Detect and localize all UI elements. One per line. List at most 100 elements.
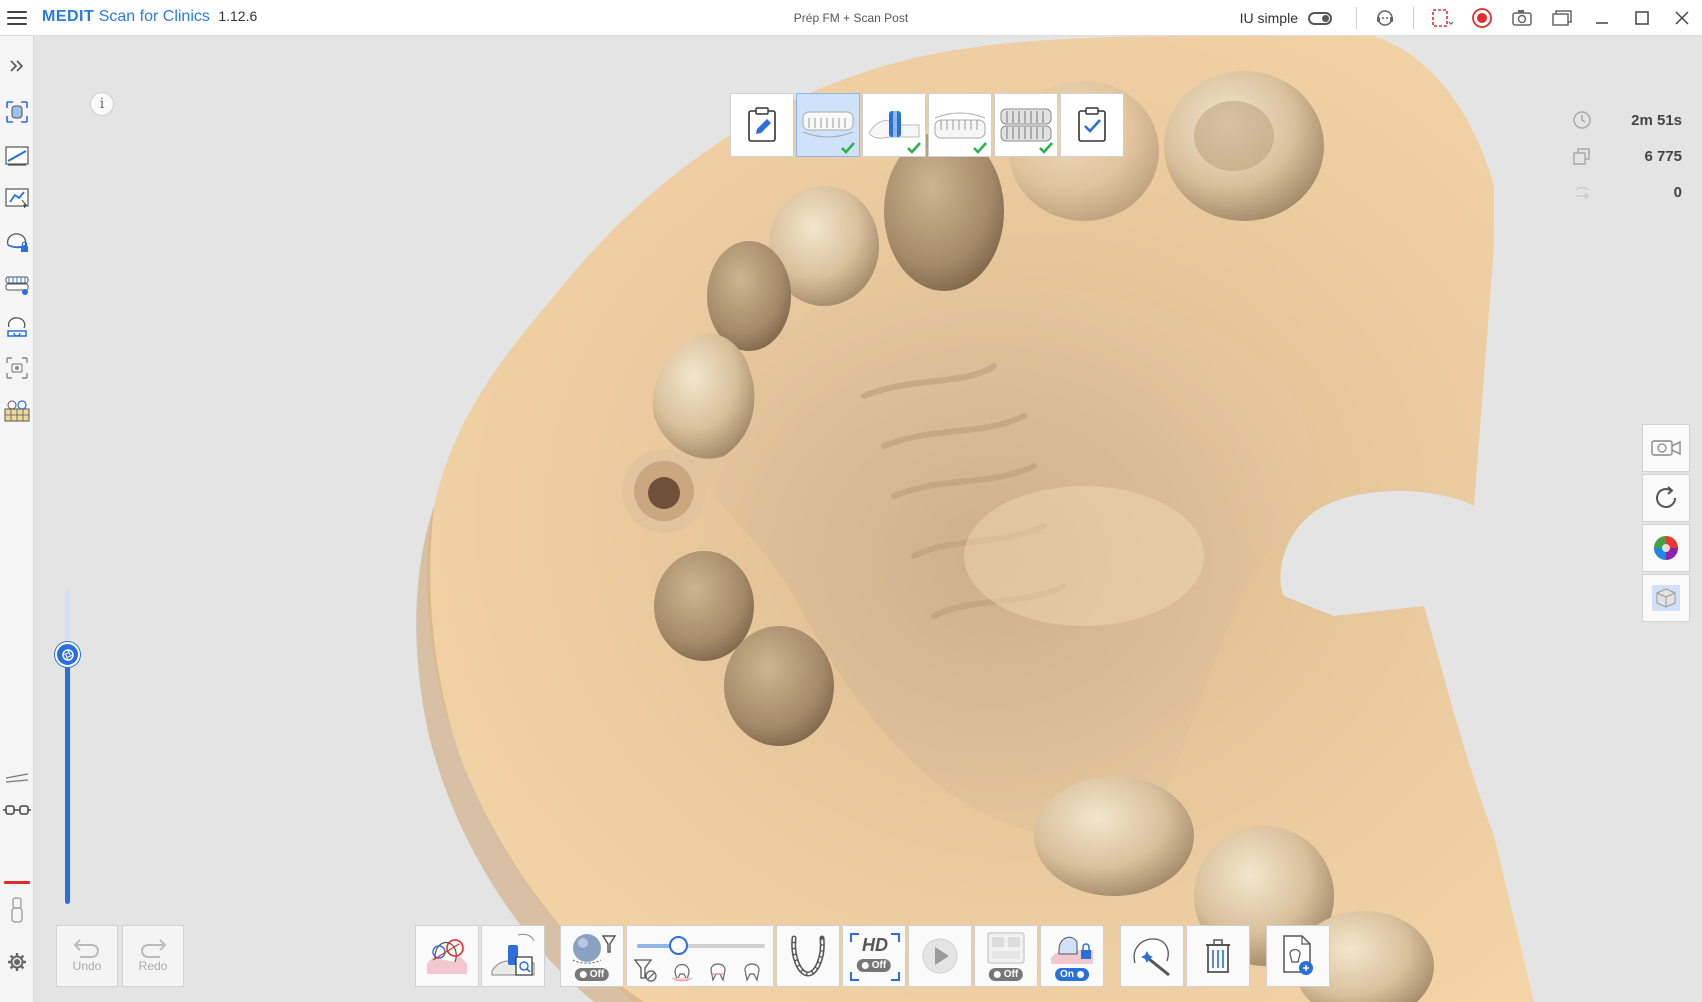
tooth-outline-icon [744,963,760,982]
simple-mode-toggle[interactable] [1308,11,1332,25]
camera-icon[interactable] [1507,3,1537,33]
undo-button[interactable]: Undo [56,925,118,987]
divider [1413,7,1414,29]
frame-count-value: 6 775 [1644,147,1682,165]
close-button[interactable] [1662,0,1702,36]
app-version: 1.12.6 [218,8,258,24]
scanner-connection-icon[interactable] [3,796,31,824]
export-document-icon [1283,935,1313,975]
stage-maxilla[interactable] [796,93,860,157]
tooth-lock-icon [1051,936,1093,964]
depth-slider-handle[interactable] [669,936,688,955]
stage-review[interactable] [1060,93,1124,157]
lock-tooth-tool[interactable]: On [1040,925,1104,987]
filter-tooth-icon [633,959,657,982]
clipboard-check-icon [1078,107,1106,142]
info-button[interactable]: i [90,92,114,116]
maximize-button[interactable] [1622,0,1662,36]
dental-model-render[interactable] [34,36,1702,1002]
app-title: MEDIT Scan for Clinics 1.12.6 [42,8,257,26]
scanbody-library-tool[interactable] [481,925,545,987]
window-layout-icon[interactable] [1547,3,1577,33]
title-bar-controls: IU simple [1240,0,1702,36]
divider [1356,7,1357,29]
ai-panel-icon [987,932,1025,964]
scanbody-search-icon [491,933,535,976]
trim-tool-icon[interactable] [3,142,31,170]
color-wheel-icon [1654,536,1678,560]
reset-view-button[interactable] [1642,474,1690,522]
connection-status-bar [4,881,30,884]
scan-time-row: 2m 51s [1572,102,1682,138]
tooth-library-icon[interactable] [3,396,31,424]
shutter-icon [61,648,74,661]
undo-arrow-icon [73,939,99,958]
redo-button[interactable]: Redo [122,925,184,987]
arch-view-tool[interactable] [776,925,840,987]
tooth-gum-icon [671,963,693,982]
rotation-icon [1575,186,1590,200]
title-bar: MEDIT Scan for Clinics 1.12.6 Prép FM + … [0,0,1702,36]
stage-prescription[interactable] [730,93,794,157]
smart-clean-tool[interactable] [1120,925,1184,987]
scan-stats-panel: 2m 51s 6 775 0 [1572,102,1682,210]
hd-state-pill: Off [856,959,892,972]
undo-label: Undo [72,959,102,973]
support-headset-icon[interactable] [1370,3,1400,33]
scan-depth-slider-panel [626,925,774,987]
zoom-slider-handle[interactable] [55,642,80,667]
video-camera-button[interactable] [1642,424,1690,472]
scan-area-icon[interactable] [3,98,31,126]
hamburger-menu-icon[interactable] [6,8,28,28]
expand-chevron-icon[interactable] [3,52,31,80]
minimize-button[interactable] [1582,0,1622,36]
hd-mode-tool[interactable]: HD Off [842,925,906,987]
stage-mandible[interactable] [928,93,992,157]
rotation-count-value: 0 [1673,183,1682,201]
lock-area-icon[interactable] [3,228,31,256]
completed-check-icon [973,142,987,154]
filter-state-pill: Off [574,968,610,981]
stage-occlusion[interactable] [994,93,1058,157]
view-tools [1642,424,1690,624]
playback-tool[interactable] [908,925,972,987]
ai-scan-tool[interactable]: Off [974,925,1038,987]
left-toolbar [0,36,34,1002]
rotate-view-icon [1656,486,1676,508]
capture-frame-icon[interactable] [3,354,31,382]
scanner-device-icon[interactable] [3,896,31,924]
scanner-tip-icon[interactable] [3,768,31,796]
export-tool[interactable] [1266,925,1330,987]
redo-arrow-icon [141,939,167,958]
delete-tool[interactable] [1186,925,1250,987]
screen-capture-icon[interactable] [1427,3,1457,33]
margin-line-tool[interactable] [415,925,479,987]
clock-icon [1573,111,1591,129]
completed-check-icon [841,142,855,154]
magic-wand-icon [1133,938,1170,977]
scan-stage-strip [730,93,1126,157]
occlusion-icon [1000,108,1052,142]
ai-state-pill: Off [988,968,1024,981]
settings-gear-icon[interactable] [3,948,31,976]
record-icon[interactable] [1467,3,1497,33]
filter-tool[interactable]: Off [560,925,624,987]
rescan-icon[interactable] [3,312,31,340]
rotation-count-row: 0 [1572,174,1682,210]
occlusion-analysis-icon[interactable] [3,270,31,298]
stage-scanbody[interactable] [862,93,926,157]
scan-viewport[interactable]: i 2m 51s 6 775 0 [34,36,1702,1002]
zoom-slider-fill [65,654,70,904]
scanbody-icon [868,111,920,139]
video-camera-icon [1651,440,1681,456]
mode-label: IU simple [1239,10,1298,26]
clipboard-pencil-icon [748,107,776,142]
trash-icon [1206,939,1230,973]
lasso-select-icon[interactable] [3,184,31,212]
hd-label: HD [862,935,888,955]
play-icon [922,938,958,974]
completed-check-icon [907,142,921,154]
color-texture-button[interactable] [1642,524,1690,572]
mono-view-button[interactable] [1642,574,1690,622]
filter-sphere-icon [572,934,617,964]
